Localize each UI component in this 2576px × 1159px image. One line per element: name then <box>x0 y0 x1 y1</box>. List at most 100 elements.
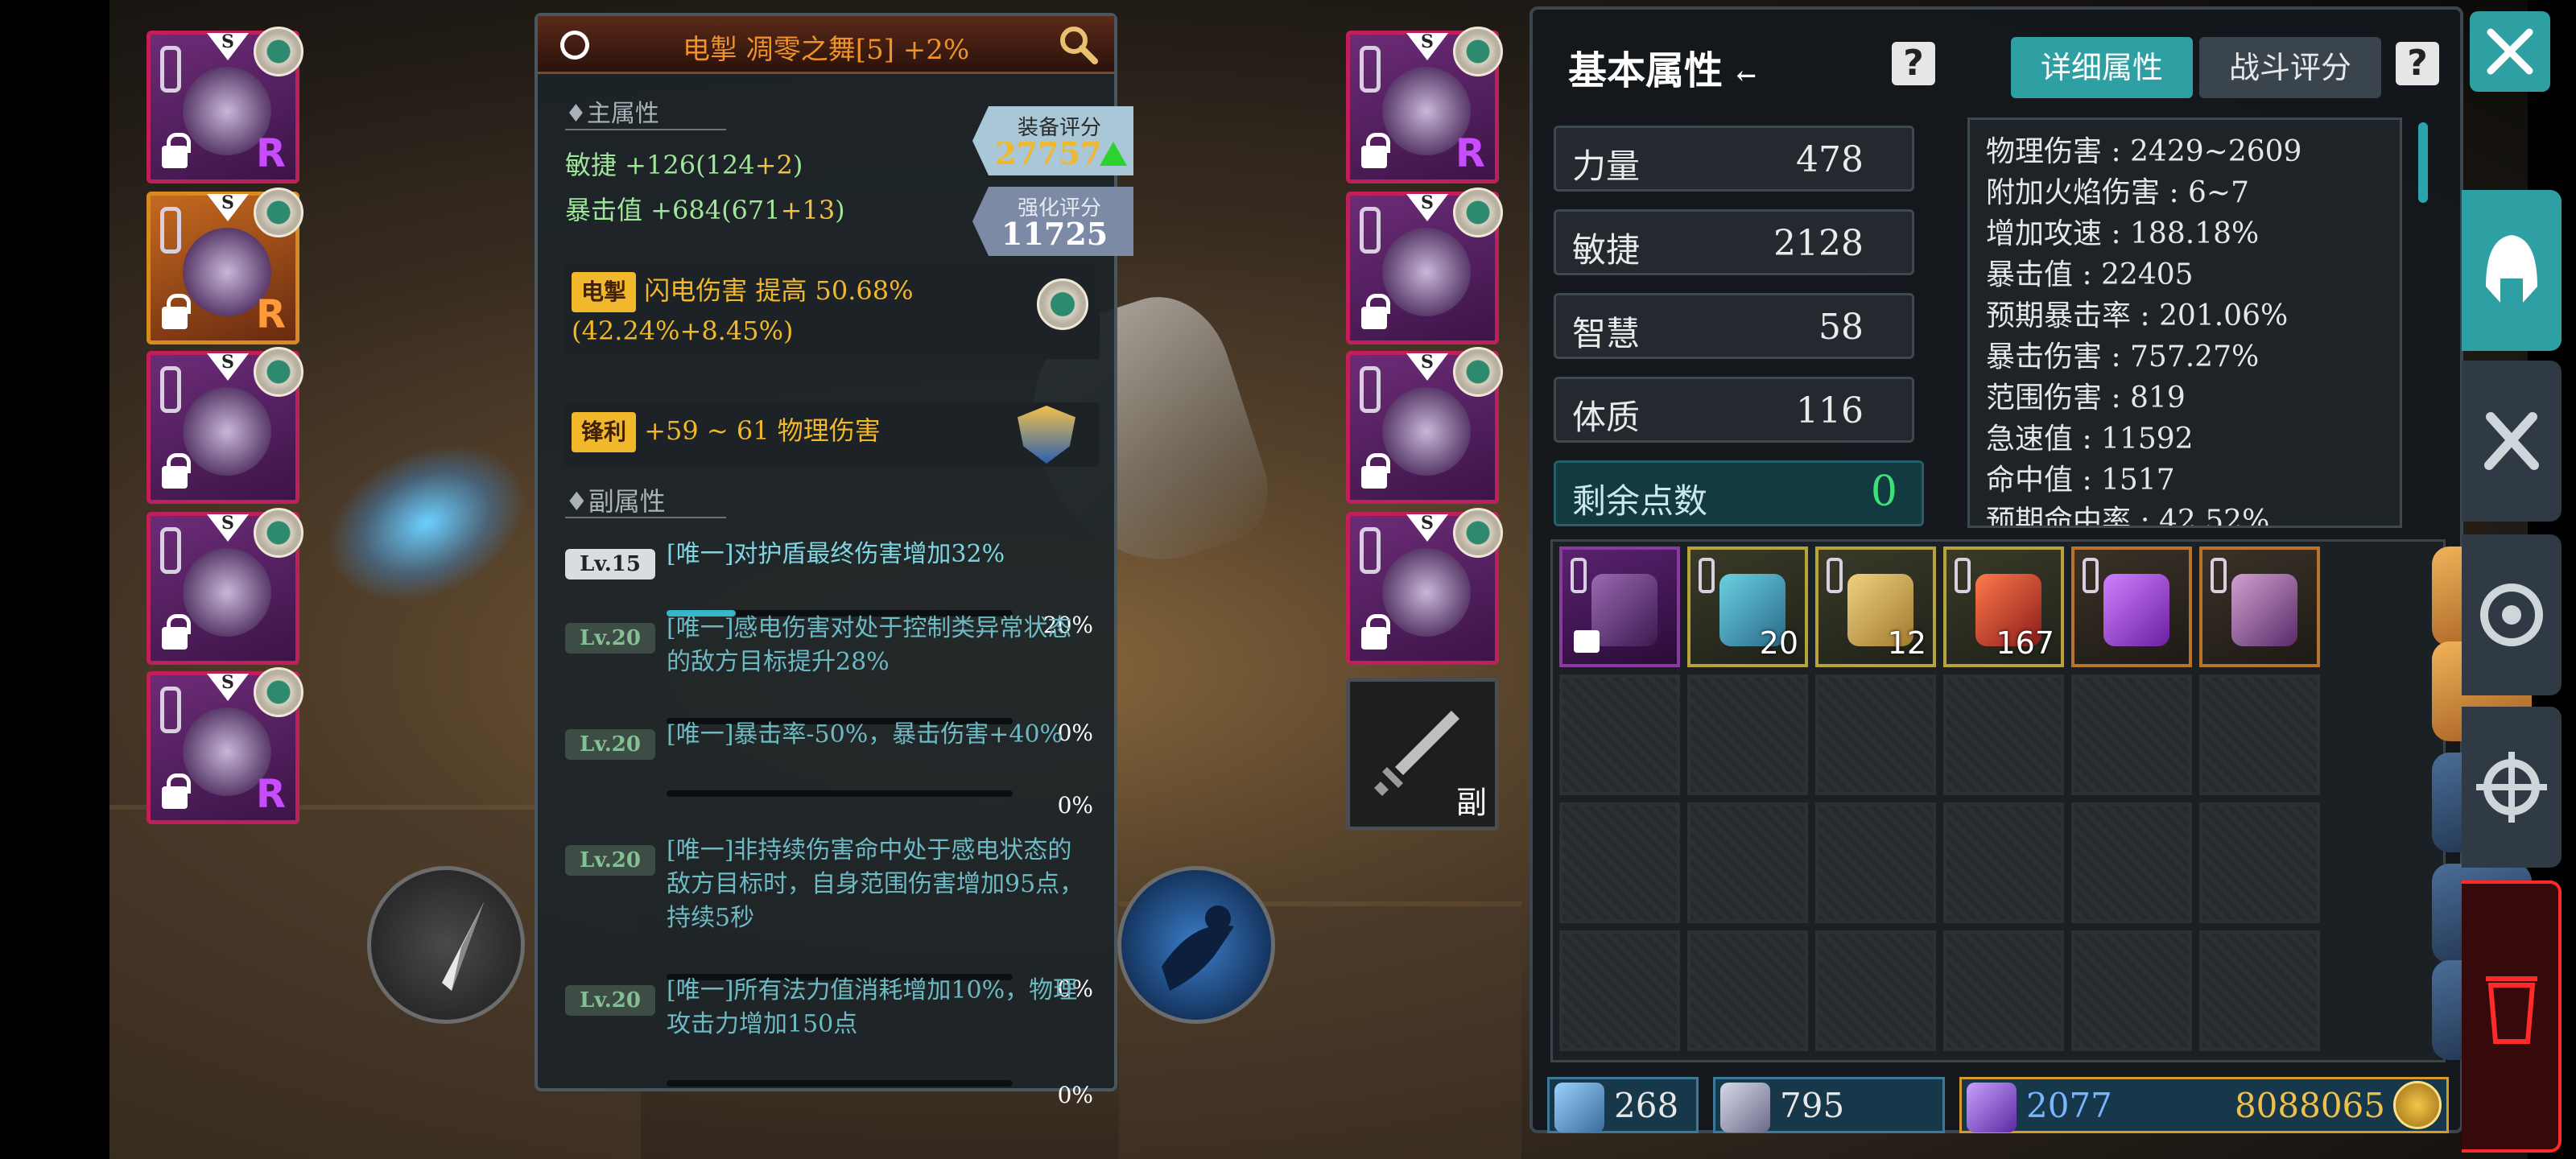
inventory-slot-empty[interactable] <box>2199 930 2320 1051</box>
inventory-slot-empty[interactable] <box>2071 802 2192 923</box>
currency-bar: 268 795 2077 8088065 <box>1547 1077 2449 1133</box>
lock-icon <box>162 453 191 489</box>
main-weapon-button[interactable] <box>367 866 525 1024</box>
magnifier-icon[interactable] <box>1058 24 1098 64</box>
inventory-slot-empty[interactable] <box>2071 674 2192 795</box>
lock-icon <box>1361 294 1390 329</box>
inventory-slot[interactable] <box>2199 547 2320 667</box>
sub-attr-text: [唯一]暴击率-50%，暴击伤害+40% <box>667 720 1063 749</box>
head-slot[interactable]: SR <box>147 27 303 184</box>
chest-slot[interactable]: SR <box>147 188 303 344</box>
detail-stat: 物理伤害 : 2429~2609 <box>1986 135 2302 168</box>
inventory-slot-empty[interactable] <box>1943 802 2064 923</box>
detail-header: 电掣 凋零之舞[5] +2% <box>538 16 1114 74</box>
help-icon[interactable]: ? <box>2396 42 2439 85</box>
equipment-icon <box>1382 387 1471 476</box>
gold-coin-icon <box>2393 1081 2442 1129</box>
medal-icon <box>1453 188 1503 237</box>
bg-glow <box>301 413 552 633</box>
offhand-slot[interactable]: 副 <box>1346 678 1499 831</box>
lock-icon <box>162 614 191 650</box>
tab-target[interactable] <box>2462 534 2562 695</box>
inventory-slot-empty[interactable] <box>1815 930 1936 1051</box>
rank-mark: R <box>256 131 286 176</box>
inventory-slot-empty[interactable] <box>1559 674 1680 795</box>
detail-stat: 命中值 : 1517 <box>1986 464 2175 497</box>
inventory-slot-empty[interactable] <box>2199 802 2320 923</box>
inventory-slot-empty[interactable] <box>1559 802 1680 923</box>
boots-slot[interactable]: S <box>1346 347 1503 504</box>
inventory-slot-empty[interactable] <box>1687 674 1808 795</box>
tab-equipment[interactable] <box>2462 190 2562 351</box>
ring-slot[interactable]: S <box>147 508 303 665</box>
chain-icon <box>1360 366 1381 413</box>
main-attr-crit: 暴击值 +684(671+13) <box>565 195 845 225</box>
inventory-slot[interactable]: 20 <box>1687 547 1808 667</box>
tab-settings[interactable] <box>2462 707 2562 868</box>
skill-button[interactable] <box>1117 866 1275 1024</box>
chain-icon <box>1360 207 1381 254</box>
inventory-slot-empty[interactable] <box>1943 930 2064 1051</box>
inventory-slot-empty[interactable] <box>1815 802 1936 923</box>
stat-wisdom: 智慧 58 <box>1554 293 1914 359</box>
heart-icon <box>1720 1083 1770 1132</box>
inventory-slot-empty[interactable] <box>1687 802 1808 923</box>
ring2-slot[interactable]: S <box>1346 508 1503 665</box>
chain-icon <box>1360 527 1381 574</box>
inventory-slot[interactable] <box>1559 547 1680 667</box>
potion-icon <box>2103 574 2169 646</box>
inventory-slot[interactable] <box>2071 547 2192 667</box>
inventory-slot[interactable]: 12 <box>1815 547 1936 667</box>
inventory-slot-empty[interactable] <box>1559 930 1680 1051</box>
enhance-score-badge: 强化评分 11725 <box>972 187 1133 256</box>
lock-icon <box>1361 614 1390 650</box>
lock-icon <box>1574 630 1600 653</box>
lock-icon <box>162 294 191 329</box>
sword-icon <box>1374 711 1459 796</box>
special-effect-tag: 电掣 <box>572 272 637 312</box>
currency-gems-gold: 2077 8088065 <box>1959 1077 2449 1133</box>
lock-icon <box>1361 133 1390 168</box>
back-arrow-icon[interactable]: ← <box>1736 62 1757 90</box>
rank-mark: R <box>1455 131 1485 176</box>
close-button[interactable] <box>2470 11 2550 92</box>
tab-detail-attrs[interactable]: 详细属性 <box>2011 37 2193 98</box>
gear-icon <box>2476 752 2547 823</box>
special-effect-box: 电掣 闪电伤害 提高 50.68%(42.24%+8.45%) <box>564 262 1100 359</box>
inventory-slot-empty[interactable] <box>2199 674 2320 795</box>
sharp-effect-box: 锋利 +59 ~ 61 物理伤害 <box>564 402 1100 467</box>
belt-slot[interactable]: SR <box>147 667 303 824</box>
chain-icon <box>1360 46 1381 93</box>
inventory-slot-empty[interactable] <box>1687 930 1808 1051</box>
chain-icon <box>2083 558 2099 593</box>
spear-icon <box>442 902 484 991</box>
item-count: 167 <box>1996 625 2054 661</box>
gear-score-value: 27757 <box>995 135 1102 171</box>
inventory-slot-empty[interactable] <box>1815 674 1936 795</box>
detail-scrollbar[interactable] <box>2418 122 2428 203</box>
delete-button[interactable] <box>2462 881 2562 1153</box>
amulet-slot[interactable]: SR <box>1346 27 1503 184</box>
legs-slot[interactable]: S <box>147 347 303 504</box>
chain-icon <box>160 366 181 413</box>
s-badge: S <box>1406 513 1448 542</box>
detail-stats-list[interactable]: 物理伤害 : 2429~2609 附加火焰伤害 : 6~7 增加攻速 : 188.1… <box>1967 118 2402 528</box>
tab-battle-score[interactable]: 战斗评分 <box>2199 37 2381 98</box>
gloves-slot[interactable]: S <box>1346 188 1503 344</box>
gold-amount: 8088065 <box>2234 1086 2385 1125</box>
medal-icon <box>254 188 303 237</box>
inventory-slot[interactable]: 167 <box>1943 547 2064 667</box>
detail-stat: 暴击值 : 22405 <box>1986 258 2194 291</box>
inventory-slot-empty[interactable] <box>2071 930 2192 1051</box>
s-badge: S <box>207 352 249 381</box>
help-icon[interactable]: ? <box>1892 42 1935 85</box>
target-icon <box>2480 584 2543 646</box>
inventory-slot-empty[interactable] <box>1943 674 2064 795</box>
currency-item2: 795 <box>1713 1077 1945 1133</box>
up-arrow-icon <box>1100 142 1127 166</box>
tab-items[interactable] <box>2462 361 2562 522</box>
s-badge: S <box>1406 352 1448 381</box>
inventory-grid: 20 12 167 <box>1550 539 2532 1062</box>
sub-attr-text: [唯一]所有法力值消耗增加10%，物理攻击力增加150点 <box>667 976 1078 1038</box>
sub-attr-level: Lv.20 <box>565 845 655 876</box>
